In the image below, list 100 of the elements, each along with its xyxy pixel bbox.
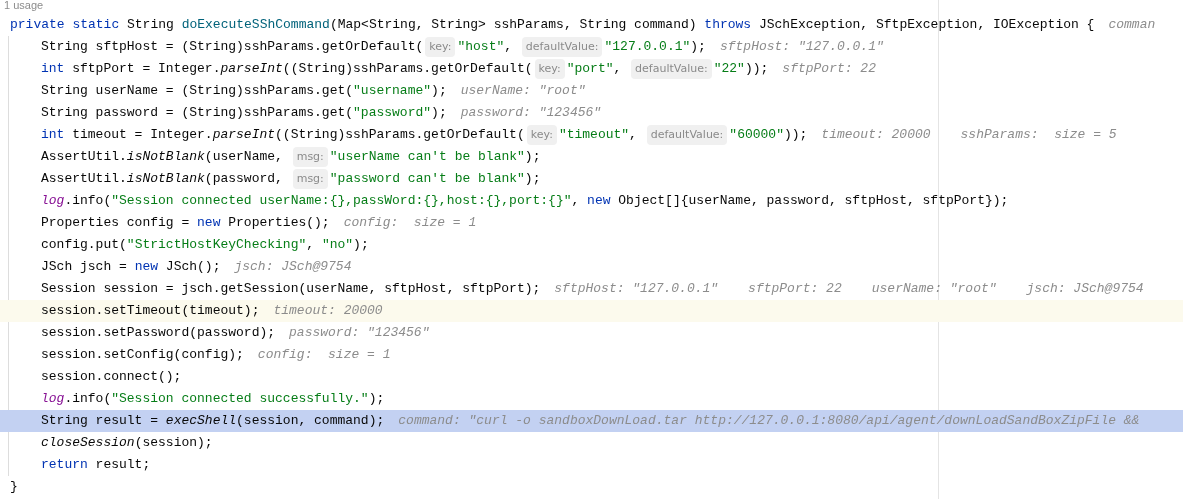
debug-value: password: "123456" [460, 104, 602, 123]
keyword: new [587, 192, 611, 211]
debug-value: command: "curl -o sandboxDownLoad.tar http://127.0.0.1:8080/api/agent/downLoadSandBoxZipFile && [398, 412, 1140, 431]
parameter-hint: defaultValue: [521, 36, 603, 58]
code-text: )); [783, 126, 808, 145]
string-literal: "127.0.0.1" [604, 38, 691, 57]
code-text: , [629, 126, 638, 145]
code-text: ); [431, 82, 447, 101]
code-text: Object[]{userName, password, sftpHost, sftpPort}); [617, 192, 1009, 211]
method-call: execShell [165, 412, 237, 431]
string-literal: "userName can't be blank" [329, 148, 525, 167]
code-text: , [613, 60, 623, 79]
code-text: AssertUtil. [41, 148, 127, 167]
code-text: session.connect(); [41, 368, 182, 387]
parameter-hint: defaultValue: [646, 124, 728, 146]
debug-value: config: size = 1 [343, 214, 477, 233]
keyword: int [41, 60, 65, 79]
code-text: String sftpHost = (String)sshParams.getOrDefault( [41, 38, 424, 57]
usage-count[interactable]: 1 usage [4, 0, 44, 11]
parameter-hint: defaultValue: [631, 58, 712, 80]
code-text: ); [524, 148, 541, 167]
debug-value: userName: "root" [460, 82, 586, 101]
debug-value: sftpPort: 22 [748, 280, 842, 299]
code-text: AssertUtil. [41, 170, 127, 189]
code-text: Properties(); [227, 214, 330, 233]
code-text: .info( [64, 390, 112, 409]
code-text: , [306, 236, 316, 255]
code-text: String userName = (String)sshParams.get( [41, 82, 354, 101]
code-text: ); [353, 236, 369, 255]
code-text: String [126, 16, 175, 35]
code-text: )); [744, 60, 769, 79]
method-call: closeSession [41, 434, 135, 453]
string-literal: "password can't be blank" [329, 170, 525, 189]
debug-value: timeout: 20000 [273, 302, 383, 321]
string-literal: "port" [566, 60, 614, 79]
string-literal: "no" [321, 236, 354, 255]
string-literal: "22" [713, 60, 745, 79]
string-literal: "password" [353, 104, 432, 123]
parameter-hint: key: [425, 36, 456, 58]
keyword: new [134, 258, 159, 277]
code-text: result; [94, 456, 151, 475]
code-text: session.setPassword(password); [41, 324, 276, 343]
code-text: (Map<String, String> sshParams, String command) [329, 16, 698, 35]
code-text: (userName, [204, 148, 284, 167]
code-text: sftpPort = Integer. [71, 60, 221, 79]
code-text: String password = (String)sshParams.get( [41, 104, 354, 123]
code-text: ); [524, 170, 541, 189]
code-text: JSchException, SftpException, IOException { [757, 16, 1095, 35]
code-text: config.put( [41, 236, 127, 255]
code-text: session.setConfig(config); [41, 346, 244, 365]
code-text: (password, [204, 170, 284, 189]
string-literal: "Session connected successfully." [111, 390, 369, 409]
string-literal: "timeout" [558, 126, 630, 145]
method-call: parseInt [212, 126, 276, 145]
method-name: doExecuteSShCommand [181, 16, 330, 35]
code-text: ); [368, 390, 385, 409]
code-text: JSch jsch = [41, 258, 128, 277]
debug-value: timeout: 20000 [821, 126, 931, 145]
code-text: (session, command); [236, 412, 385, 431]
keyword: new [197, 214, 221, 233]
code-text: timeout = Integer. [71, 126, 213, 145]
string-literal: "StrictHostKeyChecking" [126, 236, 307, 255]
code-text: Properties config = [41, 214, 191, 233]
string-literal: "host" [457, 38, 505, 57]
code-text: (session); [134, 434, 213, 453]
debug-value: sftpPort: 22 [782, 60, 876, 79]
parameter-hint: msg: [292, 168, 328, 190]
keyword: throws [704, 16, 752, 35]
code-text: , [504, 38, 514, 57]
parameter-hint: key: [534, 58, 565, 80]
code-text: } [10, 478, 18, 497]
method-call: isNotBlank [126, 170, 205, 189]
code-text: , [571, 192, 581, 211]
parameter-hint: msg: [292, 146, 328, 168]
code-text: .info( [64, 192, 112, 211]
debug-value: password: "123456" [289, 324, 430, 343]
string-literal: "Session connected userName:{},passWord:{},host:{},port:{}" [111, 192, 572, 211]
code-text: JSch(); [164, 258, 221, 277]
debug-value: sftpHost: "127.0.0.1" [554, 280, 719, 299]
debug-value: config: size = 1 [257, 346, 391, 365]
keyword: int [41, 126, 65, 145]
code-text: ); [431, 104, 447, 123]
method-call: isNotBlank [126, 148, 205, 167]
code-text: Session session = jsch.getSession(userName, sftpHost, sftpPort); [41, 280, 541, 299]
method-call: parseInt [220, 60, 283, 79]
debug-value: jsch: JSch@9754 [234, 258, 352, 277]
debug-value: userName: "root" [871, 280, 997, 299]
keyword: private static [10, 16, 120, 35]
debug-value: sftpHost: "127.0.0.1" [719, 38, 884, 57]
field-name: log [41, 192, 65, 211]
debug-value: jsch: JSch@9754 [1026, 280, 1144, 299]
code-text: String result = [41, 412, 160, 431]
code-text: ((String)sshParams.getOrDefault( [275, 126, 525, 145]
string-literal: "username" [353, 82, 432, 101]
parameter-hint: key: [526, 124, 557, 146]
debug-value: sshParams: size = 5 [960, 126, 1117, 145]
keyword: return [41, 456, 88, 475]
code-text: ); [690, 38, 706, 57]
string-literal: "60000" [729, 126, 784, 145]
debug-value: comman [1108, 16, 1156, 35]
